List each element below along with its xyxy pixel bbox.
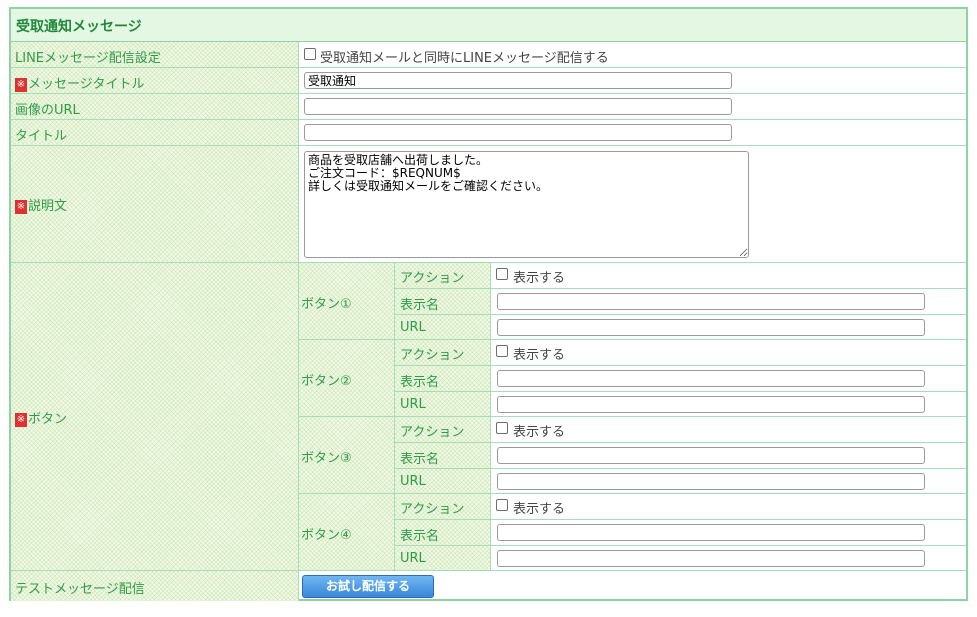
line-send-checkbox-label: 受取通知メールと同時にLINEメッセージ配信する — [320, 51, 609, 66]
button-group-2-label-cell: ボタン② — [299, 340, 395, 417]
button-4-show-label: 表示する — [513, 502, 566, 517]
button-3-display-name-label-cell: 表示名 — [395, 443, 491, 469]
button-4-action-value-cell: 表示する — [491, 494, 966, 520]
image-url-label: 画像のURL — [15, 103, 80, 118]
button-2-url-input[interactable] — [497, 396, 925, 413]
required-mark: ※ — [15, 412, 27, 427]
button-2-action-label: アクション — [400, 348, 465, 363]
image-url-input[interactable] — [304, 98, 732, 115]
button-4-action-label: アクション — [400, 502, 465, 517]
button-4-action-label-cell: アクション — [395, 494, 491, 520]
button-1-display-name-label-cell: 表示名 — [395, 289, 491, 315]
button-3-display-name-value-cell — [491, 443, 966, 469]
title-label-cell: タイトル — [11, 120, 299, 146]
button-3-display-name-label: 表示名 — [400, 452, 440, 467]
button-3-url-label: URL — [400, 474, 426, 489]
image-url-label-cell: 画像のURL — [11, 94, 299, 120]
description-value-cell: 商品を受取店舗へ出荷しました。 ご注文コード：$REQNUM$ 詳しくは受取通知… — [299, 146, 966, 263]
button-2-url-label: URL — [400, 397, 426, 412]
button-2-show-checkbox[interactable] — [496, 345, 508, 357]
button-2-action-label-cell: アクション — [395, 340, 491, 366]
button-3-show-checkbox[interactable] — [496, 422, 508, 434]
button-3-action-label-cell: アクション — [395, 417, 491, 443]
message-title-value-cell — [299, 68, 966, 94]
button-group-4-name: ボタン④ — [301, 528, 352, 543]
button-group-2-name: ボタン② — [301, 374, 352, 389]
button-2-url-value-cell — [491, 392, 966, 417]
title-value-cell — [299, 120, 966, 146]
button-4-url-input[interactable] — [497, 550, 925, 567]
section-title: 受取通知メッセージ — [16, 19, 142, 35]
description-label: 説明文 — [28, 199, 68, 214]
button-1-show-checkbox[interactable] — [496, 268, 508, 280]
line-setting-label: LINEメッセージ配信設定 — [15, 51, 161, 66]
button-1-display-name-input[interactable] — [497, 293, 925, 310]
message-title-label-cell: ※ メッセージタイトル — [11, 68, 299, 94]
button-4-display-name-input[interactable] — [497, 524, 925, 541]
button-1-url-label: URL — [400, 320, 426, 335]
test-send-button[interactable]: お試し配信する — [302, 575, 434, 598]
button-group-1-name: ボタン① — [301, 297, 352, 312]
button-4-url-label-cell: URL — [395, 546, 491, 571]
button-2-url-label-cell: URL — [395, 392, 491, 417]
required-mark: ※ — [15, 199, 27, 214]
button-2-show-label: 表示する — [513, 348, 566, 363]
button-3-action-value-cell: 表示する — [491, 417, 966, 443]
button-1-action-label-cell: アクション — [395, 263, 491, 289]
description-label-cell: ※ 説明文 — [11, 146, 299, 263]
button-1-action-label: アクション — [400, 271, 465, 286]
button-3-display-name-input[interactable] — [497, 447, 925, 464]
message-title-input[interactable] — [304, 72, 732, 89]
required-mark: ※ — [15, 77, 27, 92]
buttons-label-cell: ※ ボタン — [11, 263, 299, 571]
buttons-label: ボタン — [28, 412, 68, 427]
title-label: タイトル — [15, 129, 68, 144]
button-group-3-name: ボタン③ — [301, 451, 352, 466]
test-message-label: テストメッセージ配信 — [15, 582, 145, 597]
line-setting-value-cell: 受取通知メールと同時にLINEメッセージ配信する — [299, 42, 966, 68]
button-4-display-name-value-cell — [491, 520, 966, 546]
button-1-action-value-cell: 表示する — [491, 263, 966, 289]
button-3-url-label-cell: URL — [395, 469, 491, 494]
button-2-display-name-label-cell: 表示名 — [395, 366, 491, 392]
button-1-url-label-cell: URL — [395, 315, 491, 340]
image-url-value-cell — [299, 94, 966, 120]
line-message-form: 受取通知メッセージ LINEメッセージ配信設定 受取通知メールと同時にLINEメ… — [9, 7, 968, 601]
section-header: 受取通知メッセージ — [11, 9, 966, 42]
button-3-url-input[interactable] — [497, 473, 925, 490]
button-3-action-label: アクション — [400, 425, 465, 440]
button-1-url-value-cell — [491, 315, 966, 340]
test-message-label-cell: テストメッセージ配信 — [11, 571, 299, 601]
button-1-display-name-value-cell — [491, 289, 966, 315]
line-setting-label-cell: LINEメッセージ配信設定 — [11, 42, 299, 68]
button-4-display-name-label-cell: 表示名 — [395, 520, 491, 546]
line-send-checkbox[interactable] — [304, 48, 316, 60]
button-1-display-name-label: 表示名 — [400, 298, 440, 313]
button-4-display-name-label: 表示名 — [400, 529, 440, 544]
button-3-url-value-cell — [491, 469, 966, 494]
button-4-show-checkbox[interactable] — [496, 499, 508, 511]
button-group-4-label-cell: ボタン④ — [299, 494, 395, 571]
button-group-1-label-cell: ボタン① — [299, 263, 395, 340]
button-2-display-name-input[interactable] — [497, 370, 925, 387]
button-2-action-value-cell: 表示する — [491, 340, 966, 366]
button-2-display-name-value-cell — [491, 366, 966, 392]
button-1-show-label: 表示する — [513, 271, 566, 286]
description-textarea[interactable]: 商品を受取店舗へ出荷しました。 ご注文コード：$REQNUM$ 詳しくは受取通知… — [304, 151, 749, 258]
title-input[interactable] — [304, 124, 732, 141]
message-title-label: メッセージタイトル — [28, 77, 145, 92]
button-3-show-label: 表示する — [513, 425, 566, 440]
button-4-url-label: URL — [400, 551, 426, 566]
button-group-3-label-cell: ボタン③ — [299, 417, 395, 494]
button-4-url-value-cell — [491, 546, 966, 571]
button-2-display-name-label: 表示名 — [400, 375, 440, 390]
button-1-url-input[interactable] — [497, 319, 925, 336]
